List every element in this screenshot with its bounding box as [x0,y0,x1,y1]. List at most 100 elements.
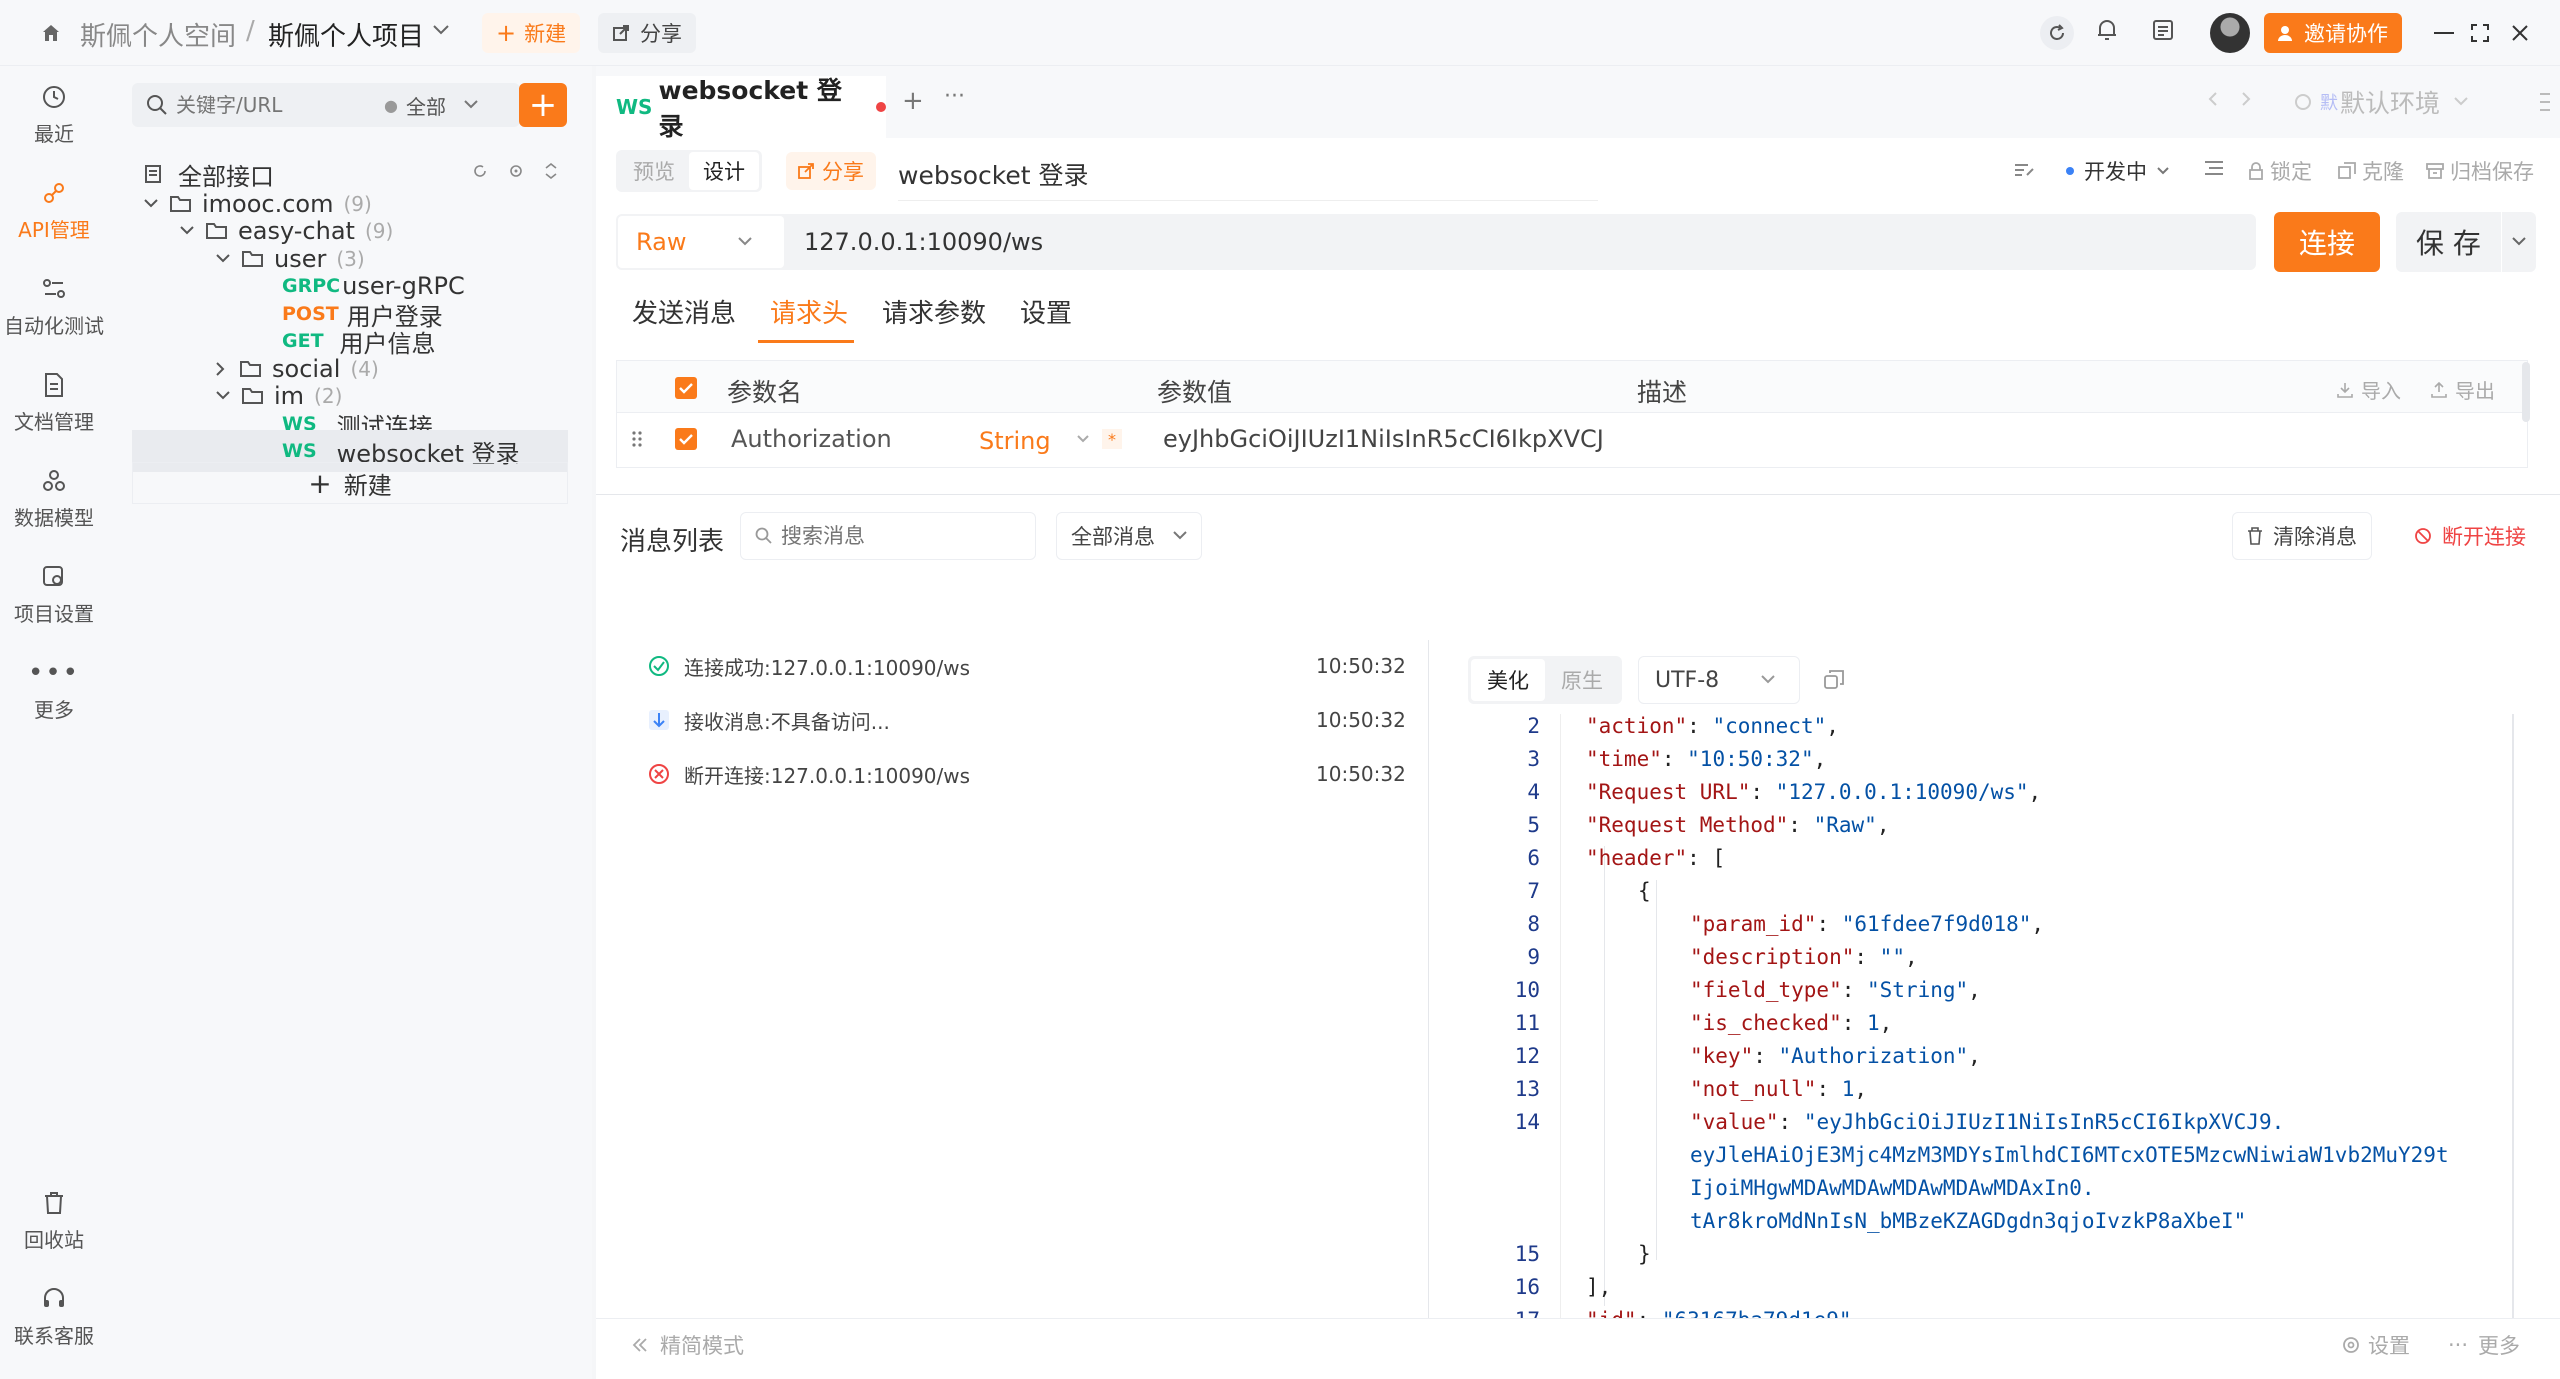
tab-active[interactable]: WS websocket 登录 [596,76,886,141]
json-value: IjoiMHgwMDAwMDAwMDAwMDAwMDAxIn0. [1690,1176,2095,1200]
select-all-checkbox[interactable] [675,377,697,399]
share-button[interactable]: 分享 [598,13,696,53]
preview-tab[interactable]: 预览 [619,152,689,190]
copy-icon[interactable] [1824,670,1844,690]
chevron-down-icon[interactable] [464,100,478,110]
collapse-icon[interactable] [544,163,558,179]
rail-item-project-settings[interactable]: 项目设置 [0,562,108,627]
rail-item-label: 数据模型 [14,506,94,530]
list-item[interactable]: 接收消息:不具备访问... 10:50:32 [620,694,1420,746]
pane-splitter[interactable] [1428,640,1429,1354]
chevron-down-icon[interactable] [1077,435,1089,443]
disconnect-button[interactable]: 断开连接 [2404,512,2536,560]
encoding-select[interactable]: UTF-8 [1638,656,1800,704]
line-content: "action": "connect", [1586,714,1839,738]
save-button[interactable]: 保 存 [2396,222,2501,262]
url-input[interactable] [804,228,2204,256]
line-number: 16 [1514,1275,1540,1299]
viewer-scrollbar[interactable] [2512,714,2514,1334]
param-value[interactable]: eyJhbGciOiJIUzI1NiIsInR5cCI6IkpXVCJ [1163,425,1604,453]
rail-item-more[interactable]: ••• 更多 [0,658,108,723]
rail-item-recent[interactable]: 最近 [0,82,108,147]
json-punctuation: { [1638,879,1651,903]
message-search-input[interactable] [781,524,981,548]
row-checkbox[interactable] [675,428,697,450]
workspace-link[interactable]: 斯佩个人空间 [80,16,236,53]
compact-mode-button[interactable]: 精简模式 [632,1330,744,1360]
close-icon[interactable] [2510,23,2530,43]
api-name-field[interactable]: websocket 登录 [898,156,1598,201]
drag-handle-icon[interactable] [631,429,643,449]
headset-icon [39,1284,69,1314]
rail-item-trash[interactable]: 回收站 [0,1188,108,1253]
clone-button[interactable]: 克隆 [2338,156,2404,186]
chevron-left-icon[interactable] [2208,92,2218,106]
line-content: tAr8kroMdNnIsN_bMBzeKZAGDgdn3qjoIvzkP8aX… [1690,1209,2246,1233]
rail-item-docs[interactable]: 文档管理 [0,370,108,435]
tree-new-button[interactable]: + 新建 [132,462,568,504]
clear-messages-button[interactable]: 清除消息 [2232,512,2372,560]
export-button[interactable]: 导出 [2431,375,2495,404]
lock-button[interactable]: 锁定 [2248,156,2312,186]
headers-scrollbar[interactable] [2522,362,2530,422]
add-api-button[interactable]: + [519,83,567,127]
tree-search-box[interactable]: ● 全部 [132,83,520,127]
refresh-icon[interactable] [2040,16,2074,50]
list-item[interactable]: 连接成功:127.0.0.1:10090/ws 10:50:32 [620,640,1420,692]
chevron-down-icon [1173,531,1187,541]
footer-settings-button[interactable]: 设置 [2342,1330,2410,1360]
rail-item-support[interactable]: 联系客服 [0,1284,108,1349]
rail-item-data-model[interactable]: 数据模型 [0,466,108,531]
home-icon[interactable] [40,22,62,44]
import-button[interactable]: 导入 [2337,375,2401,404]
design-tab[interactable]: 设计 [689,152,759,190]
list-item[interactable]: 断开连接:127.0.0.1:10090/ws 10:50:32 [620,748,1420,800]
connect-button[interactable]: 连接 [2274,212,2380,272]
invite-button[interactable]: 邀请协作 [2264,13,2402,53]
tree-filter-label[interactable]: 全部 [406,91,446,120]
tab-request-params[interactable]: 请求参数 [882,293,986,330]
chevron-down-icon [2454,97,2468,107]
footer-more-button[interactable]: ··· 更多 [2448,1330,2520,1360]
outline-icon[interactable] [2204,160,2224,178]
refresh-icon[interactable] [472,163,488,179]
param-name[interactable]: Authorization [731,425,892,453]
save-dropdown[interactable] [2500,212,2536,272]
message-search-box[interactable] [740,512,1036,560]
archive-button[interactable]: 归档保存 [2426,156,2534,186]
project-name[interactable]: 斯佩个人项目 [268,16,424,53]
tab-request-headers[interactable]: 请求头 [770,293,848,330]
api-icon [39,178,69,208]
rail-item-automation[interactable]: 自动化测试 [0,274,108,339]
mode-selector[interactable]: Raw [618,216,784,268]
rail-item-api[interactable]: API管理 [0,178,108,243]
edit-list-icon[interactable] [2014,162,2034,178]
toolbar-share-button[interactable]: 分享 [786,152,876,190]
avatar[interactable] [2210,13,2250,53]
add-tab-button[interactable]: + [902,86,924,116]
env-menu-icon[interactable] [2538,90,2552,114]
bell-icon[interactable] [2096,18,2118,42]
env-selector[interactable]: 默 默认环境 [2294,81,2526,123]
locate-icon[interactable] [508,163,524,179]
raw-tab[interactable]: 原生 [1545,659,1619,701]
beautify-tab[interactable]: 美化 [1471,659,1545,701]
notes-icon[interactable] [2152,19,2174,41]
chevron-right-icon[interactable] [2241,92,2251,106]
new-button[interactable]: + 新建 [482,13,581,53]
chevron-down-icon[interactable] [432,24,450,36]
maximize-icon[interactable] [2470,23,2490,43]
status-selector[interactable]: 开发中 [2066,156,2169,186]
rail-item-label: 回收站 [24,1228,84,1252]
message-filter[interactable]: 全部消息 [1056,512,1202,560]
param-type[interactable]: String [979,427,1051,455]
required-toggle[interactable]: * [1102,429,1122,449]
minimize-icon[interactable] [2434,32,2454,34]
search-input[interactable] [176,93,376,117]
tab-send-message[interactable]: 发送消息 [632,293,736,330]
tab-more-icon[interactable]: ··· [944,84,965,109]
tab-settings[interactable]: 设置 [1020,293,1072,330]
tab-title: websocket 登录 [658,76,842,141]
panel-divider[interactable] [596,494,2560,495]
code-viewer[interactable]: 2 "action": "connect", 3 "time": "10:50:32"… [1476,714,2532,1334]
